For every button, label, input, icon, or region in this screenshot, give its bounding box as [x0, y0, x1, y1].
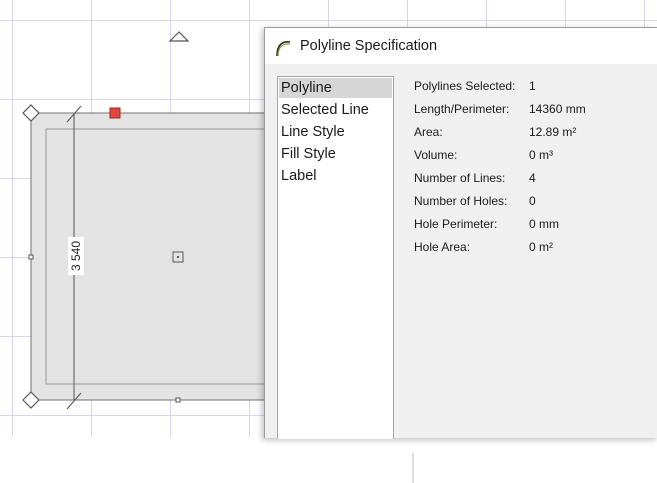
prop-row-area: Area: 12.89 m²	[414, 122, 644, 145]
prop-row-hole-perimeter: Hole Perimeter: 0 mm	[414, 214, 644, 237]
edge-handle-top-active[interactable]	[109, 107, 121, 119]
prop-row-number-of-lines: Number of Lines: 4	[414, 168, 644, 191]
edge-handle-bottom[interactable]	[175, 397, 181, 403]
prop-row-polylines-selected: Polylines Selected: 1	[414, 76, 644, 99]
nav-item-polyline[interactable]: Polyline	[279, 78, 392, 98]
polyline-arc-icon	[276, 41, 291, 57]
prop-row-length-perimeter: Length/Perimeter: 14360 mm	[414, 99, 644, 122]
prop-value: 4	[529, 171, 536, 185]
prop-row-number-of-holes: Number of Holes: 0	[414, 191, 644, 214]
nav-item-selected-line[interactable]: Selected Line	[278, 99, 393, 121]
dimension-label: 3 540	[68, 237, 84, 275]
prop-value: 12.89 m²	[529, 125, 577, 139]
prop-label: Hole Area:	[414, 240, 471, 254]
prop-value: 1	[529, 79, 536, 93]
polyline-specification-dialog: Polyline Specification Polyline Selected…	[264, 27, 657, 483]
prop-label: Number of Holes:	[414, 194, 508, 208]
prop-value: 0 m²	[529, 240, 553, 254]
prop-label: Number of Lines:	[414, 171, 506, 185]
prop-value: 0 m³	[529, 148, 553, 162]
rotate-handle[interactable]	[168, 31, 190, 42]
prop-value: 0	[529, 194, 536, 208]
list-resize-grip[interactable]	[412, 453, 414, 483]
properties-panel: Polylines Selected: 1 Length/Perimeter: …	[414, 76, 644, 260]
prop-label: Area:	[414, 125, 443, 139]
prop-label: Length/Perimeter:	[414, 102, 510, 116]
polyline-shape[interactable]	[30, 112, 272, 401]
prop-label: Polylines Selected:	[414, 79, 516, 93]
prop-value: 0 mm	[529, 217, 559, 231]
center-move-dot	[177, 256, 179, 258]
nav-item-label[interactable]: Label	[278, 165, 393, 187]
prop-row-hole-area: Hole Area: 0 m²	[414, 237, 644, 260]
nav-item-fill-style[interactable]: Fill Style	[278, 143, 393, 165]
prop-label: Hole Perimeter:	[414, 217, 498, 231]
dialog-nav-list: Polyline Selected Line Line Style Fill S…	[277, 76, 414, 483]
dialog-title: Polyline Specification	[300, 38, 438, 54]
prop-value: 14360 mm	[529, 102, 586, 116]
prop-label: Volume:	[414, 148, 458, 162]
dialog-titlebar[interactable]: Polyline Specification	[265, 28, 657, 64]
edge-handle-left[interactable]	[28, 254, 34, 260]
nav-item-line-style[interactable]: Line Style	[278, 121, 393, 143]
prop-row-volume: Volume: 0 m³	[414, 145, 644, 168]
